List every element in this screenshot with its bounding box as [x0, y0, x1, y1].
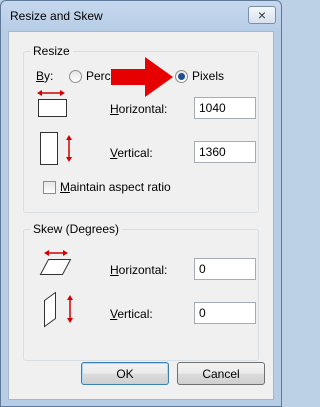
resize-group-title: Resize: [30, 44, 73, 58]
resize-vertical-icon: [40, 132, 72, 165]
percentage-radio[interactable]: [69, 70, 82, 83]
close-icon: ×: [257, 7, 267, 23]
resize-horizontal-input[interactable]: [194, 97, 256, 119]
by-label: By:: [36, 69, 54, 83]
dialog-client-area: Resize By: Perce Pixels Horizontal: 1040…: [8, 31, 274, 400]
skew-group-title: Skew (Degrees): [30, 222, 123, 236]
skew-vertical-icon: [44, 292, 73, 328]
skew-horizontal-icon: [39, 250, 72, 275]
dialog-window: Resize and Skew × Resize By: Perce Pixel…: [0, 0, 282, 407]
skew-vertical-label: Vertical:: [110, 307, 153, 321]
skew-vertical-input[interactable]: [194, 302, 256, 324]
resize-vertical-label: Vertical:: [110, 146, 153, 160]
cancel-button[interactable]: Cancel: [177, 362, 265, 385]
resize-vertical-input[interactable]: [194, 141, 256, 163]
red-arrow-annotation: [111, 57, 173, 97]
resize-group: Resize By: Perce Pixels Horizontal: 1040…: [23, 44, 259, 213]
pixels-radio[interactable]: [175, 70, 188, 83]
pixels-label[interactable]: Pixels: [192, 69, 224, 83]
close-button[interactable]: ×: [248, 6, 276, 24]
maintain-aspect-label[interactable]: Maintain aspect ratio: [60, 180, 171, 194]
resize-horizontal-icon: [37, 90, 67, 117]
resize-horizontal-label: Horizontal:: [110, 102, 168, 116]
skew-horizontal-label: Horizontal:: [110, 263, 168, 277]
title-bar[interactable]: Resize and Skew ×: [1, 1, 281, 31]
skew-group: Skew (Degrees) Horizontal: Vertical:: [23, 222, 259, 361]
window-title: Resize and Skew: [10, 9, 103, 23]
skew-horizontal-input[interactable]: [194, 258, 256, 280]
ok-button[interactable]: OK: [81, 362, 169, 385]
maintain-aspect-checkbox[interactable]: [43, 181, 56, 194]
